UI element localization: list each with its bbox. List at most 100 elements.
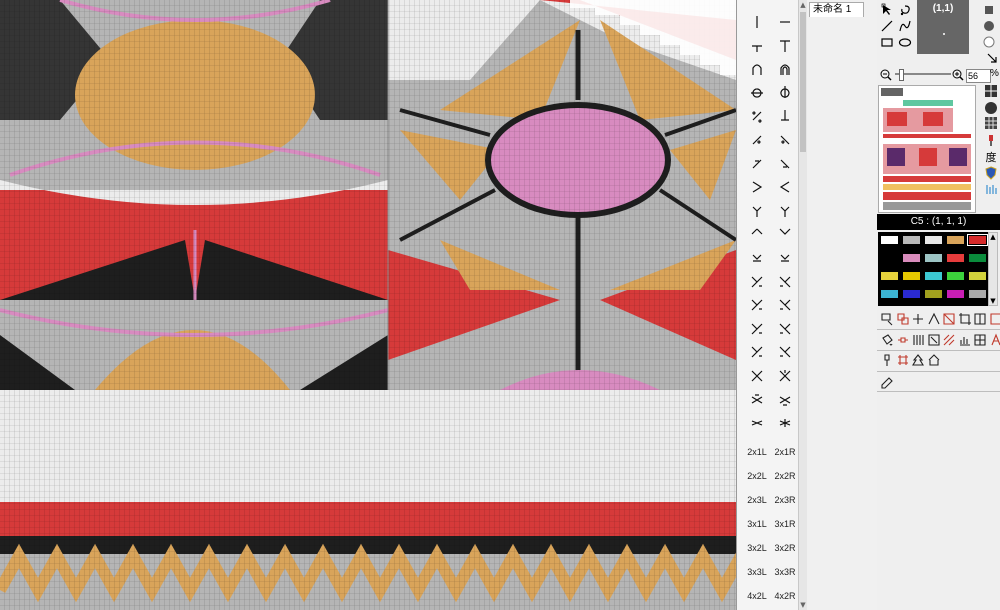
stitch-label-3x2l[interactable]: 3x2L <box>743 538 771 558</box>
color-swatch[interactable] <box>924 253 943 263</box>
record-icon[interactable] <box>983 100 999 116</box>
color-swatch[interactable] <box>880 253 899 263</box>
right-cross-right-icon[interactable] <box>771 154 799 174</box>
round-brush-icon[interactable] <box>981 18 997 34</box>
font-icon[interactable] <box>988 332 1000 348</box>
cable-3-left-icon[interactable] <box>743 295 771 315</box>
color-swatch[interactable] <box>880 271 899 281</box>
grid-view-icon[interactable] <box>983 83 999 99</box>
measure-icon[interactable]: 度 <box>983 149 999 165</box>
increase-left-icon[interactable] <box>743 201 771 221</box>
square-brush-icon[interactable] <box>981 2 997 18</box>
home-icon[interactable] <box>926 352 942 368</box>
select-arrow-icon[interactable] <box>879 2 895 18</box>
pin-tool-icon[interactable] <box>983 132 999 148</box>
cable-5-left-icon[interactable] <box>743 342 771 362</box>
cross-twist-right-icon[interactable] <box>771 390 799 410</box>
crop-icon[interactable] <box>957 311 973 327</box>
cable-2-right-icon[interactable] <box>771 272 799 292</box>
tuck-stitch-left-icon[interactable] <box>743 59 771 79</box>
color-swatch[interactable] <box>902 235 921 245</box>
cross-pair-left-icon[interactable] <box>743 413 771 433</box>
color-swatch[interactable] <box>946 235 965 245</box>
color-swatch[interactable] <box>968 289 987 299</box>
cross-x-right-icon[interactable] <box>771 366 799 386</box>
columns-icon[interactable] <box>910 332 926 348</box>
color-swatch[interactable] <box>924 271 943 281</box>
diagonal-icon[interactable] <box>941 332 957 348</box>
scroll-thumb[interactable] <box>800 12 806 152</box>
decrease-left-icon[interactable] <box>743 177 771 197</box>
move-icon[interactable] <box>910 311 926 327</box>
cross-pair-right-icon[interactable] <box>771 413 799 433</box>
copy-icon[interactable] <box>895 311 911 327</box>
bars-icon[interactable] <box>983 181 999 197</box>
scroll-up-icon[interactable]: ▲ <box>799 0 807 10</box>
ellipse-icon[interactable] <box>897 34 913 50</box>
color-swatch[interactable] <box>946 289 965 299</box>
mirror-icon[interactable] <box>941 311 957 327</box>
stitch-label-2x2r[interactable]: 2x2R <box>771 466 799 486</box>
stitch-sym-icon[interactable] <box>926 332 942 348</box>
select-rect-icon[interactable] <box>879 311 895 327</box>
knit-stitch-left-icon[interactable] <box>743 12 771 32</box>
scroll-up-icon[interactable]: ▲ <box>989 233 997 241</box>
pattern-preview[interactable] <box>878 85 976 213</box>
hollow-brush-icon[interactable] <box>981 34 997 50</box>
stitch-label-3x1r[interactable]: 3x1R <box>771 514 799 534</box>
lasso-icon[interactable] <box>897 2 913 18</box>
split-left-icon[interactable] <box>743 224 771 244</box>
stitch-label-3x3l[interactable]: 3x3L <box>743 562 771 582</box>
link-icon[interactable] <box>895 332 911 348</box>
color-swatch[interactable] <box>924 235 943 245</box>
zoom-input[interactable]: 56 <box>966 69 991 83</box>
knit-stitch-right-icon[interactable] <box>771 12 799 32</box>
rectangle-icon[interactable] <box>879 34 895 50</box>
document-tab[interactable]: 未命名 1 <box>809 2 864 17</box>
cable-5-right-icon[interactable] <box>771 342 799 362</box>
color-swatch[interactable] <box>880 235 899 245</box>
stitch-map-icon[interactable] <box>895 352 911 368</box>
color-swatch[interactable] <box>902 253 921 263</box>
fill-box-icon[interactable] <box>988 311 1000 327</box>
zoom-out-icon[interactable] <box>878 67 894 83</box>
stitch-label-3x2r[interactable]: 3x2R <box>771 538 799 558</box>
pattern-grid-icon[interactable] <box>983 115 999 131</box>
eyedropper-icon[interactable] <box>879 375 895 391</box>
right-cross-left-icon[interactable] <box>743 154 771 174</box>
tree-icon[interactable] <box>910 352 926 368</box>
color-swatch[interactable] <box>924 289 943 299</box>
palette-scrollbar[interactable]: ▲ ▼ <box>798 0 807 610</box>
miss-stitch-left-icon[interactable] <box>743 83 771 103</box>
cable-left-right-icon[interactable] <box>771 248 799 268</box>
stitch-label-2x1r[interactable]: 2x1R <box>771 442 799 462</box>
line-icon[interactable] <box>879 18 895 34</box>
left-cross-left-icon[interactable] <box>743 130 771 150</box>
color-swatch[interactable] <box>946 253 965 263</box>
purl-stitch-left-icon[interactable] <box>743 36 771 56</box>
cable-2-left-icon[interactable] <box>743 272 771 292</box>
cross-x-left-icon[interactable] <box>743 366 771 386</box>
curve-icon[interactable] <box>897 18 913 34</box>
color-swatch[interactable] <box>902 271 921 281</box>
corner-resize-icon[interactable] <box>984 50 1000 66</box>
stitch-label-2x1l[interactable]: 2x1L <box>743 442 771 462</box>
miss-stitch-right-icon[interactable] <box>771 83 799 103</box>
pattern-icon[interactable] <box>972 311 988 327</box>
purl-stitch-right-icon[interactable] <box>771 36 799 56</box>
split-right-icon[interactable] <box>771 224 799 244</box>
color-swatch[interactable] <box>967 234 988 246</box>
pin-icon[interactable] <box>879 352 895 368</box>
swatch-scrollbar[interactable]: ▲ ▼ <box>988 232 998 306</box>
stitch-label-2x2l[interactable]: 2x2L <box>743 466 771 486</box>
color-swatch[interactable] <box>968 271 987 281</box>
stitch-label-2x3r[interactable]: 2x3R <box>771 490 799 510</box>
cable-left-left-icon[interactable] <box>743 248 771 268</box>
grid-add-icon[interactable] <box>972 332 988 348</box>
cable-3-right-icon[interactable] <box>771 295 799 315</box>
color-swatch[interactable] <box>902 289 921 299</box>
cross-twist-left-icon[interactable] <box>743 390 771 410</box>
shield-icon[interactable] <box>983 165 999 181</box>
color-swatch[interactable] <box>880 289 899 299</box>
cable-4-right-icon[interactable] <box>771 319 799 339</box>
